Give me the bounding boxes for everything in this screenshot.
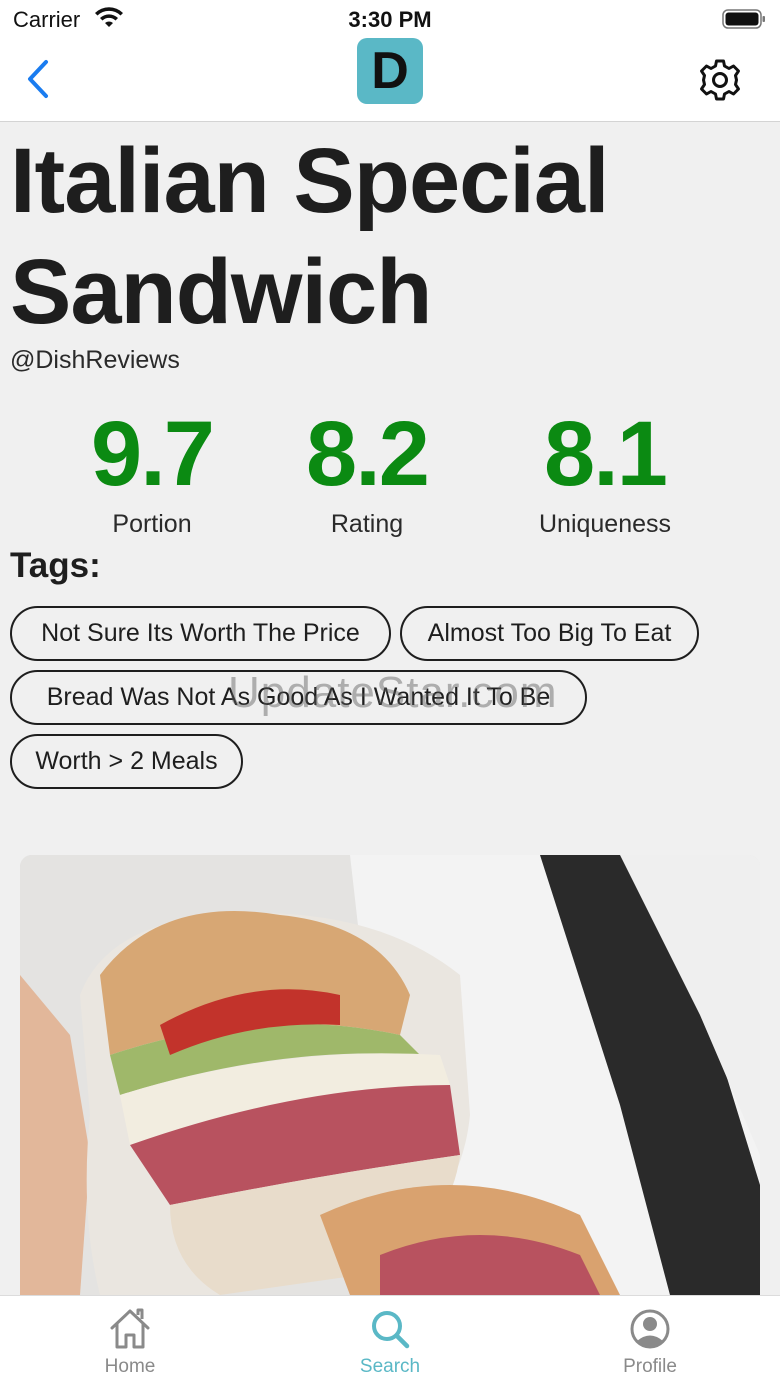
app-logo: D bbox=[357, 38, 423, 104]
score-label: Portion bbox=[112, 510, 192, 538]
tag-chip[interactable]: Bread Was Not As Good As I Wanted It To … bbox=[10, 670, 587, 725]
dish-title: Italian Special Sandwich bbox=[10, 126, 770, 348]
back-button[interactable] bbox=[20, 56, 56, 102]
tab-label: Home bbox=[104, 1356, 156, 1377]
search-icon bbox=[372, 1311, 410, 1349]
tab-search[interactable]: Search bbox=[310, 1306, 470, 1378]
score-value: 8.1 bbox=[544, 403, 668, 505]
dish-title-line1: Italian Special bbox=[10, 130, 610, 232]
tab-label: Profile bbox=[623, 1356, 677, 1377]
gear-icon[interactable] bbox=[698, 58, 742, 102]
home-icon bbox=[110, 1308, 150, 1349]
tag-chip[interactable]: Almost Too Big To Eat bbox=[400, 606, 699, 661]
nav-bar: D bbox=[0, 38, 780, 122]
chevron-left-icon bbox=[28, 60, 48, 98]
tab-bar: Home Search Profile bbox=[0, 1295, 780, 1387]
tab-label: Search bbox=[359, 1356, 421, 1377]
score-label: Uniqueness bbox=[538, 510, 672, 538]
tag-chip[interactable]: Not Sure Its Worth The Price bbox=[10, 606, 391, 661]
tag-chip[interactable]: Worth > 2 Meals bbox=[10, 734, 243, 789]
tab-profile[interactable]: Profile bbox=[570, 1306, 730, 1378]
battery-icon bbox=[722, 9, 765, 29]
profile-icon bbox=[630, 1309, 670, 1349]
tab-home[interactable]: Home bbox=[50, 1306, 210, 1378]
score-value: 8.2 bbox=[306, 403, 430, 505]
score-label: Rating bbox=[330, 510, 404, 538]
score-rating: 8.2 Rating bbox=[287, 402, 447, 539]
score-portion: 9.7 Portion bbox=[72, 402, 232, 539]
clock: 3:30 PM bbox=[348, 7, 432, 32]
author-handle[interactable]: @DishReviews bbox=[10, 346, 180, 375]
status-bar: Carrier 3:30 PM bbox=[0, 0, 780, 40]
score-value: 9.7 bbox=[91, 403, 215, 505]
dish-title-line2: Sandwich bbox=[10, 241, 432, 343]
dish-photo[interactable] bbox=[20, 855, 760, 1295]
score-uniqueness: 8.1 Uniqueness bbox=[520, 402, 690, 539]
tags-heading: Tags: bbox=[10, 546, 101, 585]
